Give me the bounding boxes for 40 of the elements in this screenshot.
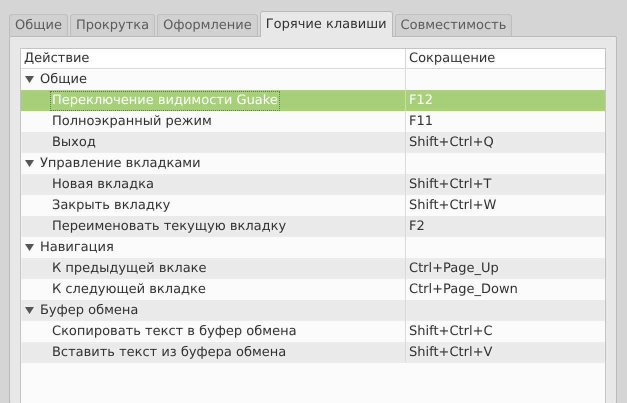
expanded-triangle-icon[interactable] [25,243,34,252]
shortcut-label: F2 [408,218,425,236]
action-label: Переключение видимости Guake [51,92,279,110]
expanded-triangle-icon[interactable] [25,159,34,168]
tab[interactable]: Горячие клавиши [260,11,393,37]
shortcut-label: Shift+Ctrl+C [408,322,493,341]
action-label: Полноэкранный режим [51,112,213,130]
action-label: Переименовать текущую вкладку [51,218,288,236]
column-header[interactable]: Действие [21,49,406,68]
shortcut-label: Ctrl+Page_Up [408,260,499,278]
shortcut-label: Ctrl+Page_Down [408,280,518,299]
shortcut-row[interactable]: Вставить текст из буфера обмена Shift+Ctrl+V [21,342,605,363]
action-label: Выход [51,134,97,152]
shortcut-label: Shift+Ctrl+V [408,344,492,362]
group-label: Общие [40,70,87,89]
shortcut-row[interactable]: Новая вкладка Shift+Ctrl+T [21,174,605,195]
action-label: Новая вкладка [51,176,155,194]
action-label: К следующей вкладке [51,280,207,298]
column-header[interactable]: Сокращение [406,49,605,68]
action-label: Закрыть вкладку [51,196,172,214]
action-label: Скопировать текст в буфер обмена [51,322,298,340]
group-label: Буфер обмена [40,302,138,320]
group-label: Управление вкладками [40,154,201,173]
tab[interactable]: Совместимость [394,14,512,36]
tab[interactable]: Оформление [157,14,258,36]
shortcut-row[interactable]: Переименовать текущую вкладку F2 [21,216,605,237]
expanded-triangle-icon[interactable] [25,75,34,84]
shortcut-label: Shift+Ctrl+W [408,196,496,215]
action-label: К предыдущей вклаке [51,260,208,278]
shortcut-label: Shift+Ctrl+T [408,176,492,194]
shortcut-label: F12 [408,92,434,110]
tab[interactable]: Прокрутка [70,14,156,36]
action-label: Вставить текст из буфера обмена [51,344,288,362]
expanded-triangle-icon[interactable] [25,306,34,315]
shortcut-row[interactable]: К предыдущей вклаке Ctrl+Page_Up [21,258,605,279]
shortcut-label: Shift+Ctrl+Q [408,134,494,152]
tab[interactable]: Общие [9,14,68,36]
group-label: Навигация [40,238,114,257]
shortcut-label: F11 [408,112,434,131]
shortcut-row[interactable]: Выход Shift+Ctrl+Q [21,132,605,153]
